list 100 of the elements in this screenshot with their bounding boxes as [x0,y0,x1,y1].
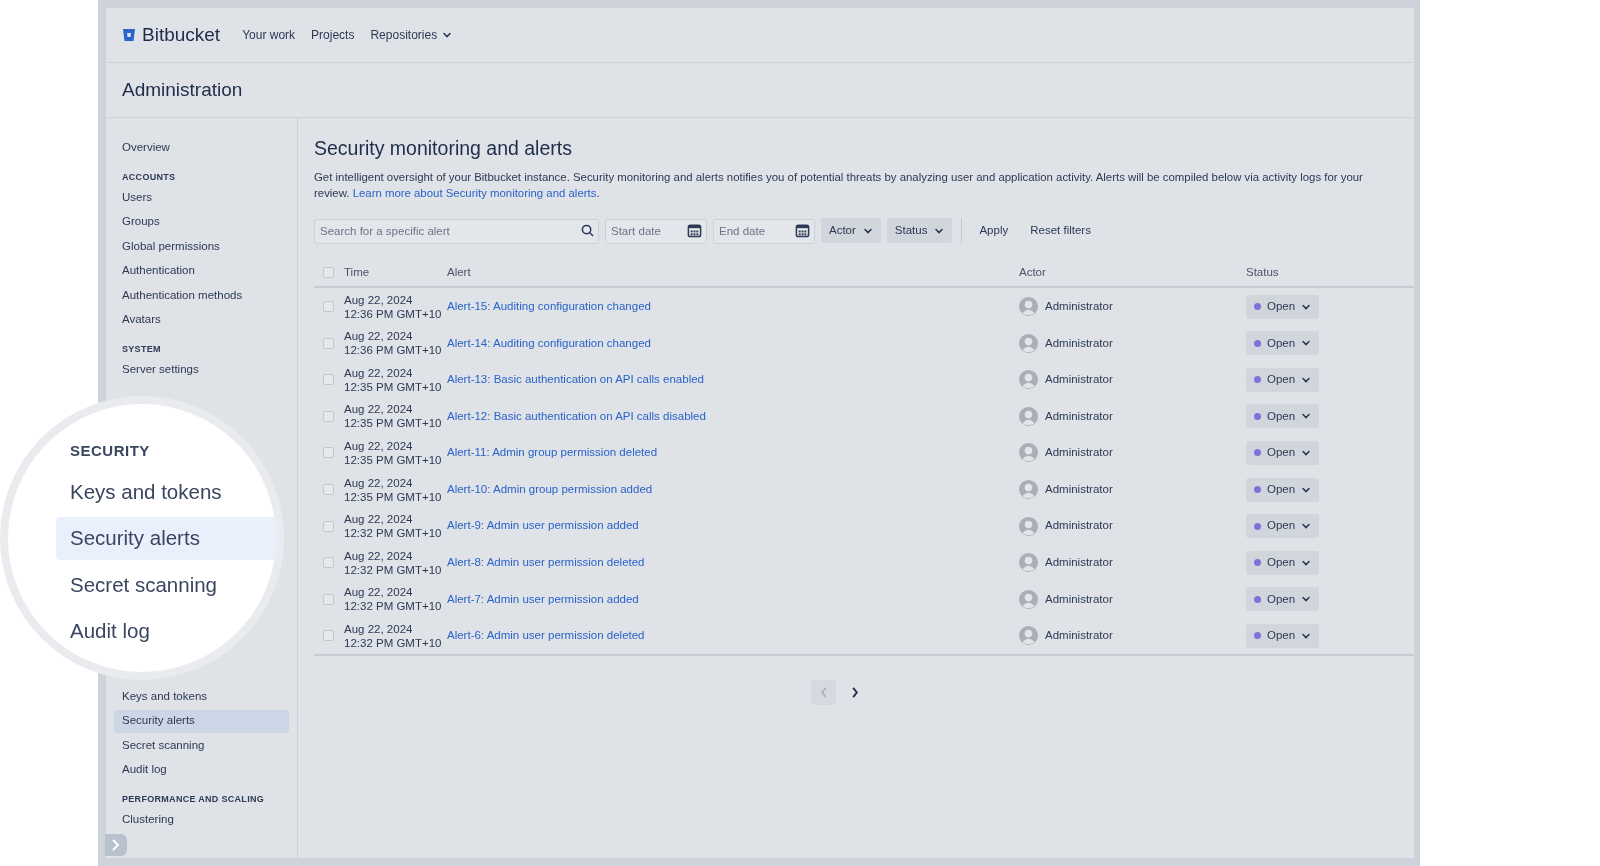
search-field[interactable]: Search for a specific alert [314,218,599,244]
sidebar-item[interactable]: Avatars [114,308,289,332]
alert-link[interactable]: Alert-14: Auditing configuration changed [447,336,651,349]
avatar-icon [1019,553,1038,573]
nav-link[interactable]: Projects [311,26,355,44]
avatar-icon [1019,370,1038,390]
bucket-logo-icon [122,28,136,42]
checkbox[interactable] [323,301,334,313]
actor-name: Administrator [1045,481,1113,497]
actor-name: Administrator [1045,555,1113,571]
alert-link[interactable]: Alert-6: Admin user permission deleted [447,629,645,642]
date-text: Aug 22, 2024 [344,365,414,380]
calendar-icon [687,223,702,239]
checkbox[interactable] [323,520,334,532]
alert-link[interactable]: Alert-12: Basic authentication on API calls disabled [447,409,706,422]
sidebar-item[interactable]: Global permissions [114,235,289,258]
start-date-field[interactable]: Start date [605,218,707,244]
alert-state-select[interactable]: Open [1246,477,1320,502]
alert-state-select[interactable]: Open [1246,587,1320,612]
sidebar-item[interactable]: Security alerts [114,709,289,733]
sidebar-item[interactable]: Clustering [114,808,289,832]
column-header: Actor [1019,264,1047,280]
alert-link[interactable]: Alert-7: Admin user permission added [447,592,639,605]
sidebar-item[interactable]: Secret scanning [114,734,289,757]
sidebar-item[interactable]: Keys and tokens [56,470,276,514]
sidebar-item[interactable]: Authentication [114,259,289,283]
checkbox[interactable] [323,593,334,605]
checkbox[interactable] [323,447,334,459]
end-date-field[interactable]: End date [713,218,815,244]
filter-dropdown[interactable]: Status [886,218,953,244]
nav-link[interactable]: Your work [242,26,296,44]
apply-button[interactable]: Apply [971,218,1017,244]
nav-link[interactable]: Repositories [370,26,453,44]
checkbox[interactable] [323,630,334,642]
time-text: 12:32 PM GMT+10 [344,526,443,541]
checkbox[interactable] [323,266,334,278]
alert-link[interactable]: Alert-10: Admin group permission added [447,482,653,495]
checkbox[interactable] [323,557,334,569]
sidebar-item[interactable]: Secret scanning [56,563,276,607]
section-heading: ACCOUNTS [121,170,177,184]
sidebar-item[interactable]: Server settings [114,358,289,382]
alert-state-select[interactable]: Open [1246,440,1320,465]
time-text: 12:35 PM GMT+10 [344,452,443,467]
sidebar-item[interactable]: Audit log [114,758,289,782]
actor-name: Administrator [1045,408,1113,424]
time-text: 12:36 PM GMT+10 [344,343,443,358]
expand-sidebar-button[interactable] [105,834,127,856]
actor-name: Administrator [1045,518,1113,534]
actor-name: Administrator [1045,591,1113,607]
alert-link[interactable]: Alert-13: Basic authentication on API calls enabled [447,373,704,386]
date-text: Aug 22, 2024 [344,621,414,636]
section-heading: SECURITY [70,441,151,461]
date-text: Aug 22, 2024 [344,585,414,600]
section-heading: SYSTEM [121,343,162,356]
checkbox[interactable] [323,410,334,422]
alert-link[interactable]: Alert-11: Admin group permission deleted [447,446,658,459]
filter-dropdown[interactable]: Actor [821,218,881,244]
column-header: Status [1246,264,1279,280]
date-text: Aug 22, 2024 [344,512,414,527]
date-text: Aug 22, 2024 [344,475,414,490]
sidebar-item[interactable]: Users [114,186,289,209]
checkbox[interactable] [323,484,334,495]
page-heading: Administration [122,77,243,102]
actor-name: Administrator [1045,298,1113,314]
page-description: Get intelligent oversight of your Bitbucket instance. Security monitoring and alerts notifies you of potential threats by analyzing user and application activity. Alerts will be compiled below via activity logs for your review. Learn more about Security monitoring and alerts. [314,170,1364,202]
actor-name: Administrator [1045,445,1113,461]
date-text: Aug 22, 2024 [344,548,414,563]
alert-state-select[interactable]: Open [1246,404,1320,429]
checkbox[interactable] [323,337,334,349]
reset-filters-button[interactable]: Reset filters [1022,218,1099,244]
alert-state-select[interactable]: Open [1246,367,1320,392]
time-text: 12:32 PM GMT+10 [344,562,443,577]
sidebar-item[interactable]: Keys and tokens [114,685,289,708]
sidebar-item[interactable]: Authentication methods [114,284,289,307]
date-text: Aug 22, 2024 [344,292,414,307]
alert-state-select[interactable]: Open [1246,623,1320,648]
actor-name: Administrator [1045,372,1113,388]
avatar-icon [1019,626,1038,646]
time-text: 12:32 PM GMT+10 [344,635,443,650]
alert-state-select[interactable]: Open [1246,514,1320,539]
alert-link[interactable]: Alert-15: Auditing configuration changed [447,299,651,312]
page-title: Security monitoring and alerts [314,136,573,161]
sidebar-item[interactable]: Groups [114,210,289,234]
calendar-icon [795,223,810,239]
date-text: Aug 22, 2024 [344,438,414,453]
sidebar-item[interactable]: Audit log [56,610,276,653]
alert-link[interactable]: Alert-8: Admin user permission deleted [447,556,645,569]
sidebar-item[interactable]: Security alerts [56,517,276,560]
alert-state-select[interactable]: Open [1246,294,1320,319]
alert-link[interactable]: Alert-9: Admin user permission added [447,519,639,532]
column-header: Time [344,264,371,280]
checkbox[interactable] [323,374,334,386]
alert-state-select[interactable]: Open [1246,331,1320,356]
sidebar-item[interactable]: Overview [114,136,289,159]
avatar-icon [1019,297,1038,317]
alert-state-select[interactable]: Open [1246,550,1320,575]
actor-name: Administrator [1045,335,1113,351]
avatar-icon [1019,516,1038,536]
product-logo[interactable]: Bitbucket [142,20,221,50]
time-text: 12:35 PM GMT+10 [344,379,443,394]
